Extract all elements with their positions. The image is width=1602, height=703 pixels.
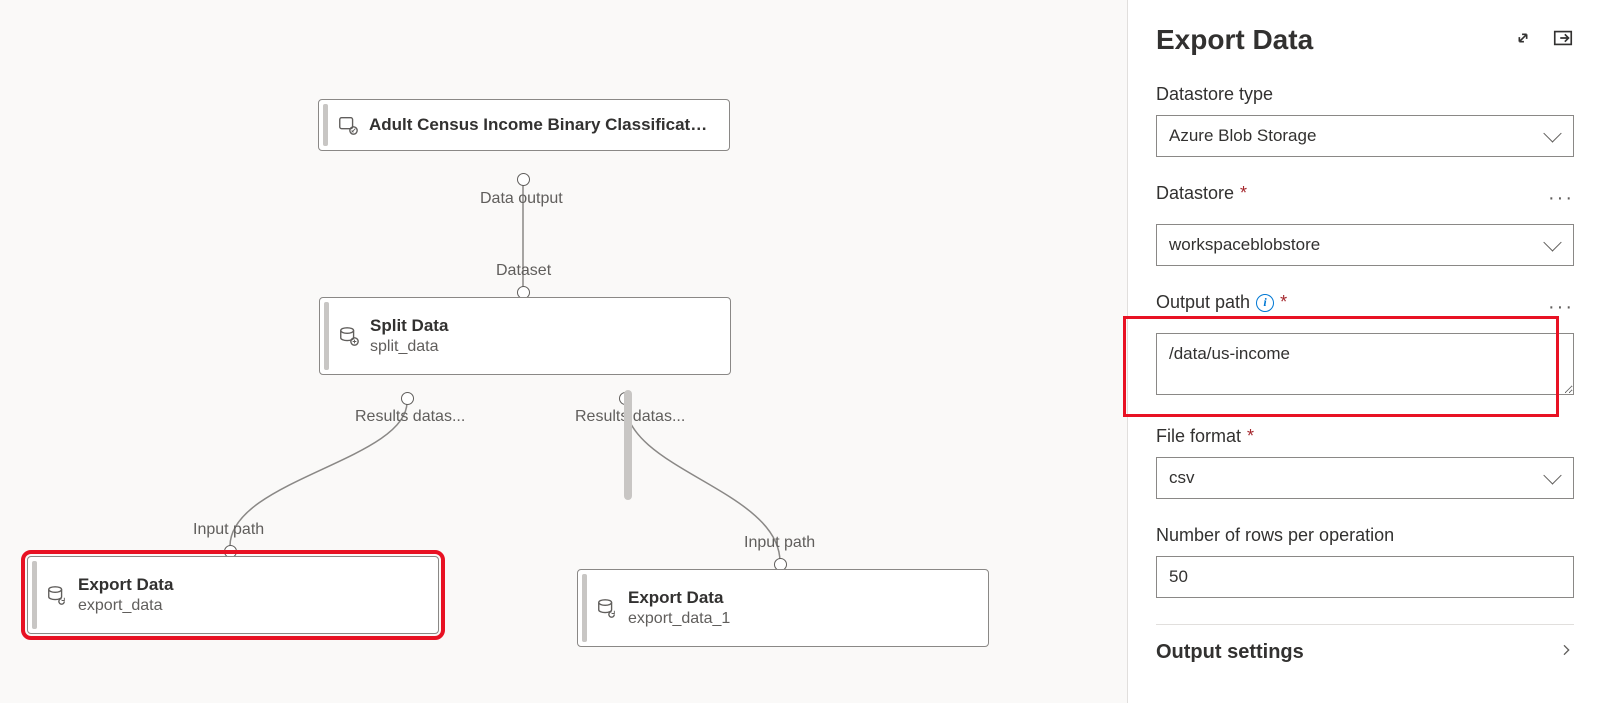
port-label-input2: Input path <box>744 534 815 552</box>
info-icon[interactable]: i <box>1256 294 1274 312</box>
datastore-type-select[interactable]: Azure Blob Storage <box>1156 115 1574 157</box>
file-format-select[interactable]: csv <box>1156 457 1574 499</box>
canvas-scrollbar-thumb[interactable] <box>624 390 632 500</box>
field-datastore-type: Datastore type Azure Blob Storage <box>1156 84 1574 157</box>
datastore-label: Datastore <box>1156 183 1234 204</box>
database-icon <box>338 325 360 347</box>
port-label-dataset: Dataset <box>496 262 551 280</box>
node-export1-sub: export_data <box>78 597 420 615</box>
port-label-results1: Results datas... <box>355 408 465 426</box>
field-output-path: Output path i * ··· /data/us-income <box>1156 292 1574 400</box>
dataset-icon <box>337 114 359 136</box>
node-dataset[interactable]: Adult Census Income Binary Classificatio… <box>318 99 730 151</box>
port-label-data-output: Data output <box>480 190 563 208</box>
output-path-more-icon[interactable]: ··· <box>1548 296 1574 319</box>
node-export-data-2[interactable]: Export Data export_data_1 <box>577 569 989 647</box>
output-path-input[interactable]: /data/us-income <box>1156 333 1574 395</box>
node-split-title: Split Data <box>370 316 712 336</box>
datastore-select[interactable]: workspaceblobstore <box>1156 224 1574 266</box>
collapse-panel-icon[interactable] <box>1552 27 1574 54</box>
port-split-out1[interactable] <box>401 392 414 405</box>
node-split-data[interactable]: Split Data split_data <box>319 297 731 375</box>
database-export-icon <box>596 597 618 619</box>
pipeline-canvas[interactable]: Adult Census Income Binary Classificatio… <box>0 0 1110 703</box>
required-indicator: * <box>1247 426 1254 447</box>
properties-panel: Export Data Datastore type Azure Blob St… <box>1127 0 1602 703</box>
node-export1-title: Export Data <box>78 575 420 595</box>
required-indicator: * <box>1240 183 1247 204</box>
file-format-label: File format <box>1156 426 1241 447</box>
chevron-right-icon <box>1558 642 1574 663</box>
expand-icon[interactable] <box>1512 27 1534 54</box>
field-rows: Number of rows per operation <box>1156 525 1574 598</box>
node-export2-title: Export Data <box>628 588 970 608</box>
panel-title: Export Data <box>1156 24 1313 56</box>
node-export-data-1[interactable]: Export Data export_data <box>27 556 439 634</box>
datastore-type-label: Datastore type <box>1156 84 1574 105</box>
database-export-icon <box>46 584 68 606</box>
node-dataset-title: Adult Census Income Binary Classificatio… <box>369 115 711 135</box>
port-label-input1: Input path <box>193 521 264 539</box>
output-settings-label: Output settings <box>1156 641 1304 664</box>
output-settings-row[interactable]: Output settings <box>1156 624 1574 664</box>
node-export2-sub: export_data_1 <box>628 610 970 628</box>
port-dataset-out[interactable] <box>517 173 530 186</box>
field-datastore: Datastore * ··· workspaceblobstore <box>1156 183 1574 266</box>
output-path-label: Output path <box>1156 292 1250 313</box>
rows-input[interactable] <box>1156 556 1574 598</box>
node-split-sub: split_data <box>370 338 712 356</box>
field-file-format: File format * csv <box>1156 426 1574 499</box>
datastore-more-icon[interactable]: ··· <box>1548 187 1574 210</box>
required-indicator: * <box>1280 292 1287 313</box>
rows-label: Number of rows per operation <box>1156 525 1574 546</box>
